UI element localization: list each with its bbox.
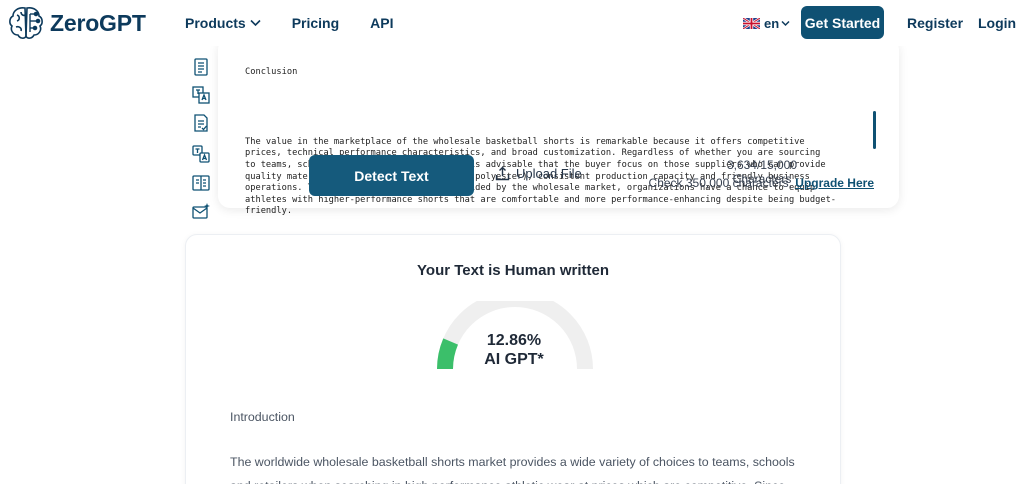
editor-scrollbar[interactable] [873, 111, 876, 149]
upload-icon [495, 166, 510, 181]
get-started-button[interactable]: Get Started [801, 6, 884, 39]
ai-percentage: 12.86% [486, 332, 542, 349]
upgrade-notice: Check 350,000 characters, Upgrade Here [649, 176, 874, 190]
brand-logo[interactable]: ZeroGPT [6, 3, 146, 43]
text-input-card: Conclusion The value in the marketplace … [218, 38, 899, 216]
mail-ai-icon[interactable] [192, 202, 210, 220]
nav-pricing-label: Pricing [291, 15, 340, 31]
result-title: Your Text is Human written [417, 262, 609, 279]
detect-text-button[interactable]: Detect Text [309, 155, 474, 196]
tools-sidebar [187, 40, 214, 230]
main-nav: Products Pricing API [185, 15, 394, 31]
nav-pricing[interactable]: Pricing [292, 15, 339, 31]
brand-name: ZeroGPT [50, 9, 146, 36]
language-selector[interactable]: en [743, 16, 790, 31]
brain-logo-icon [9, 7, 43, 39]
nav-products[interactable]: Products [185, 15, 261, 31]
result-intro-heading: Introduction [230, 410, 295, 424]
result-paragraph: The worldwide wholesale basketball short… [230, 455, 795, 484]
chevron-down-icon [781, 20, 790, 27]
checklist-icon[interactable] [192, 114, 210, 132]
language-code: en [764, 16, 780, 31]
text-input-area[interactable]: Conclusion The value in the marketplace … [245, 44, 875, 241]
top-navbar: ZeroGPT Products Pricing API en Get Star… [0, 0, 1024, 46]
uk-flag-icon [743, 18, 760, 29]
highlighted-result-text: Introduction The worldwide wholesale bas… [230, 405, 800, 484]
nav-api[interactable]: API [370, 15, 393, 31]
gauge-label: AI GPT* [484, 351, 544, 368]
editor-heading: Conclusion [245, 67, 298, 78]
upgrade-link[interactable]: Upgrade Here [795, 176, 874, 190]
upload-file-label: Upload File [516, 166, 582, 181]
nav-products-label: Products [185, 15, 246, 31]
text-document-icon[interactable] [192, 58, 210, 76]
result-card: Your Text is Human written 12.86% AI GPT… [185, 234, 841, 484]
nav-api-label: API [370, 15, 394, 31]
upgrade-notice-text: Check 350,000 characters, [648, 176, 792, 190]
language-swap-icon[interactable] [192, 145, 210, 163]
upload-file-button[interactable]: Upload File [495, 166, 582, 181]
chevron-down-icon [250, 19, 261, 27]
compare-icon[interactable] [192, 174, 210, 192]
register-link[interactable]: Register [907, 15, 963, 31]
translate-document-icon[interactable] [192, 86, 210, 104]
login-link[interactable]: Login [978, 15, 1016, 31]
